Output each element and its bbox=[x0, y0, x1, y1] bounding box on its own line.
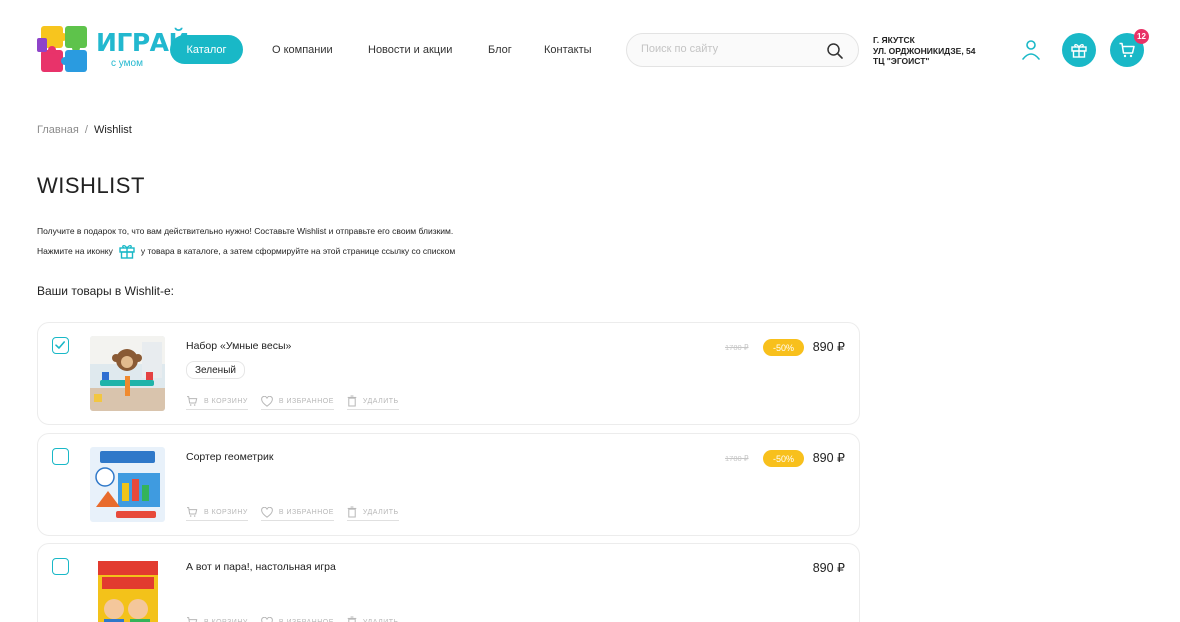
wishlist-section-label: Ваши товары в Wishlit-е: bbox=[37, 284, 174, 298]
add-to-cart-label: в корзину bbox=[204, 508, 248, 516]
discount-badge: -50% bbox=[763, 339, 804, 356]
add-to-cart-label: в корзину bbox=[204, 618, 248, 622]
add-to-cart-button[interactable]: в корзину bbox=[186, 506, 248, 521]
check-icon bbox=[55, 341, 65, 349]
product-image[interactable] bbox=[90, 557, 165, 622]
add-to-cart-button[interactable]: в корзину bbox=[186, 616, 248, 622]
item-actions: в корзину в избранное удалить bbox=[186, 506, 399, 521]
search-box bbox=[626, 33, 859, 67]
discount-badge: -50% bbox=[763, 450, 804, 467]
delete-item-button[interactable]: удалить bbox=[346, 506, 399, 521]
breadcrumb-separator: / bbox=[84, 124, 88, 136]
product-price: 890 ₽ bbox=[812, 561, 845, 575]
delete-item-button[interactable]: удалить bbox=[346, 395, 399, 410]
nav-contacts[interactable]: Контакты bbox=[544, 44, 592, 56]
breadcrumb-home[interactable]: Главная bbox=[37, 124, 79, 136]
add-to-favorites-label: в избранное bbox=[278, 508, 334, 516]
site-logo[interactable]: ИГРАЙ с умом bbox=[37, 24, 189, 76]
store-address: г. Якутск ул. Орджоникидзе, 54 ТЦ "Эгоис… bbox=[873, 35, 976, 67]
wishlist-button[interactable] bbox=[1062, 33, 1096, 67]
product-name[interactable]: Набор «Умные весы» bbox=[186, 340, 291, 352]
search-input[interactable] bbox=[641, 43, 821, 55]
user-icon[interactable] bbox=[1020, 38, 1042, 62]
intro-instruction: Нажмите на иконку у товара в каталоге, а… bbox=[37, 242, 455, 260]
delete-item-button[interactable]: удалить bbox=[347, 616, 399, 622]
add-to-favorites-label: в избранное bbox=[278, 618, 334, 622]
old-price: 1780 ₽ bbox=[725, 454, 749, 463]
heart-icon bbox=[261, 506, 273, 518]
add-to-favorites-button[interactable]: в избранное bbox=[260, 506, 334, 521]
product-image[interactable] bbox=[90, 447, 165, 522]
cart-icon bbox=[187, 507, 198, 517]
delete-item-label: удалить bbox=[362, 508, 399, 516]
intro-instruction-end: у товара в каталоге, а затем сформируйте… bbox=[140, 246, 456, 256]
wishlist-item: Сортер геометрик в корзину в избранное у… bbox=[37, 433, 860, 536]
address-street: ул. Орджоникидзе, 54 bbox=[873, 45, 976, 56]
product-image[interactable] bbox=[90, 336, 165, 411]
product-price: 890 ₽ bbox=[812, 451, 845, 465]
cart-icon bbox=[1119, 42, 1135, 58]
product-photo-board-game bbox=[90, 557, 165, 622]
wishlist-item: Набор «Умные весы» Зеленый в корзину в и… bbox=[37, 322, 860, 425]
logo-subtitle: с умом bbox=[111, 58, 143, 69]
item-actions: в корзину в избранное удалить bbox=[186, 616, 399, 622]
search-icon[interactable] bbox=[825, 41, 845, 61]
item-actions: в корзину в избранное удалить bbox=[186, 395, 399, 410]
item-select-checkbox[interactable] bbox=[52, 558, 69, 575]
trash-icon bbox=[347, 506, 357, 518]
product-name[interactable]: Сортер геометрик bbox=[186, 451, 273, 463]
gift-icon bbox=[119, 245, 135, 259]
add-to-cart-button[interactable]: в корзину bbox=[186, 395, 248, 410]
nav-blog[interactable]: Блог bbox=[488, 44, 512, 56]
heart-icon bbox=[261, 616, 273, 622]
puzzle-logo-icon bbox=[37, 26, 87, 72]
item-select-checkbox[interactable] bbox=[52, 337, 69, 354]
add-to-favorites-label: в избранное bbox=[278, 397, 334, 405]
trash-icon bbox=[347, 395, 357, 407]
delete-item-label: удалить bbox=[362, 397, 399, 405]
intro-instruction-start: Нажмите на иконку bbox=[37, 246, 113, 256]
address-city: г. Якутск bbox=[873, 35, 915, 45]
delete-item-label: удалить bbox=[362, 618, 399, 622]
add-to-cart-label: в корзину bbox=[204, 397, 248, 405]
product-photo-sorter bbox=[90, 447, 165, 522]
nav-news[interactable]: Новости и акции bbox=[368, 44, 452, 56]
cart-icon bbox=[187, 617, 198, 622]
catalog-button[interactable]: Каталог bbox=[170, 35, 243, 64]
add-to-favorites-button[interactable]: в избранное bbox=[260, 395, 334, 410]
breadcrumb-current: Wishlist bbox=[93, 124, 132, 136]
address-mall: ТЦ "Эгоист" bbox=[873, 56, 930, 66]
cart-count-badge: 12 bbox=[1134, 29, 1149, 44]
product-variant: Зеленый bbox=[186, 361, 245, 379]
breadcrumb: Главная / Wishlist bbox=[37, 124, 132, 136]
nav-about[interactable]: О компании bbox=[272, 44, 333, 56]
item-select-checkbox[interactable] bbox=[52, 448, 69, 465]
product-photo-scales bbox=[90, 336, 165, 411]
site-header: ИГРАЙ с умом Каталог О компании Новости … bbox=[0, 0, 1180, 100]
old-price: 1780 ₽ bbox=[725, 343, 749, 352]
wishlist-item: А вот и пара!, настольная игра в корзину… bbox=[37, 543, 860, 622]
trash-icon bbox=[347, 616, 357, 622]
heart-icon bbox=[261, 395, 273, 407]
intro-text: Получите в подарок то, что вам действите… bbox=[37, 226, 454, 236]
product-price: 890 ₽ bbox=[812, 340, 845, 354]
product-name[interactable]: А вот и пара!, настольная игра bbox=[186, 561, 336, 573]
cart-icon bbox=[187, 396, 198, 406]
gift-icon bbox=[1071, 44, 1087, 58]
add-to-favorites-button[interactable]: в избранное bbox=[261, 616, 334, 622]
page-title: WISHLIST bbox=[37, 173, 145, 198]
